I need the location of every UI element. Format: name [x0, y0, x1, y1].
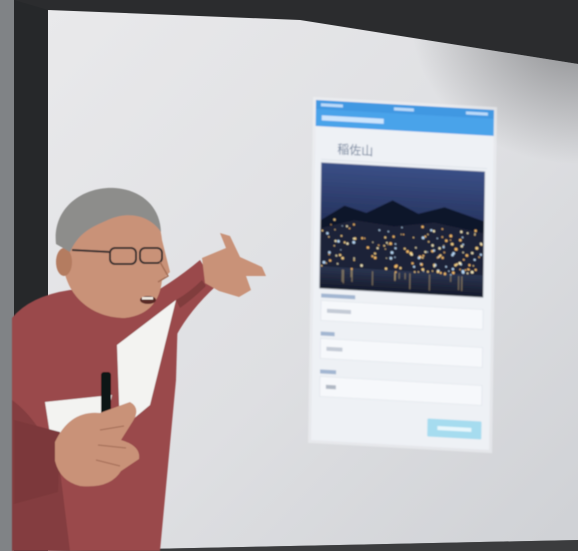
field-value-blur — [325, 384, 336, 390]
water-reflection — [461, 276, 463, 291]
ear — [56, 248, 72, 276]
night-view-photo — [318, 162, 486, 298]
water-reflection — [457, 276, 460, 291]
water-reflection — [394, 272, 396, 281]
left-sleeve-cuff — [14, 420, 60, 504]
wall-left-strip — [0, 0, 14, 551]
water-reflection — [350, 270, 352, 278]
projected-phone: 稲佐山 — [308, 96, 498, 454]
water-reflection — [341, 269, 343, 282]
field-label-blur — [320, 331, 335, 337]
water-reflection — [398, 272, 400, 279]
phone-page-title: 稲佐山 — [337, 142, 373, 158]
teeth — [142, 297, 153, 300]
water-reflection — [404, 273, 406, 280]
water-reflection — [450, 275, 452, 282]
water-reflection — [342, 269, 344, 284]
presentation-photo: 稲佐山 — [0, 0, 578, 551]
water-reflection — [371, 271, 374, 286]
